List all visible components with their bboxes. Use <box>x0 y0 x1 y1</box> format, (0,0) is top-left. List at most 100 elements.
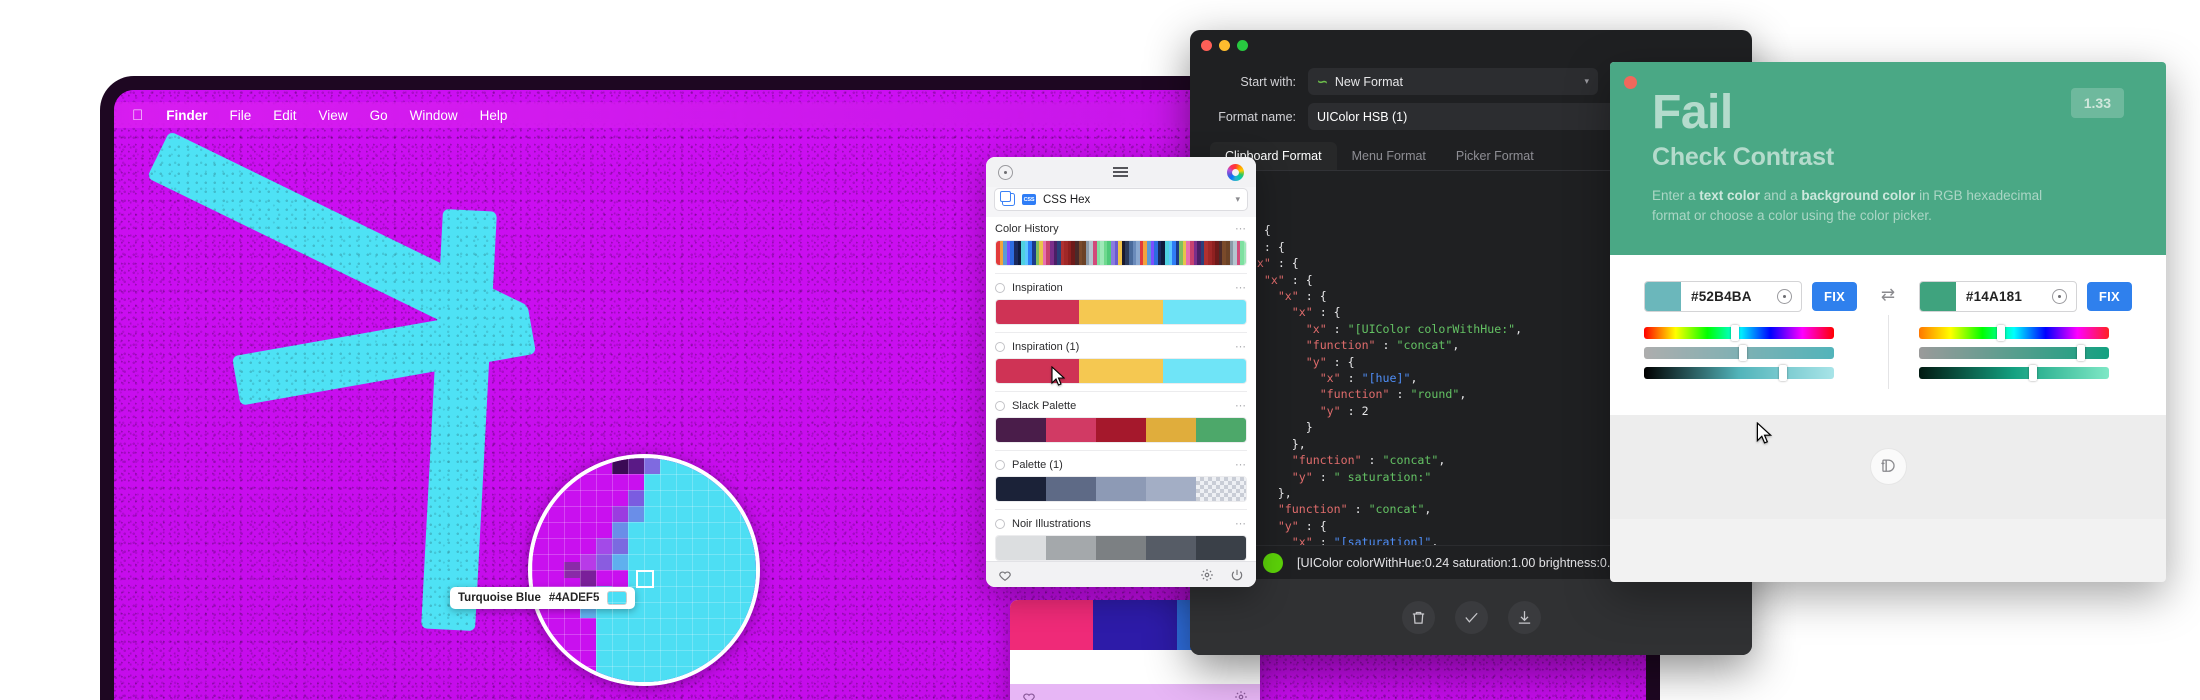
palette-radio[interactable] <box>995 401 1005 411</box>
more-options-icon[interactable]: ⋯ <box>1235 344 1247 350</box>
palette-strip[interactable] <box>995 299 1247 325</box>
palette-radio[interactable] <box>995 519 1005 529</box>
menubar-item-help[interactable]: Help <box>469 108 519 123</box>
palette-swatch[interactable] <box>1046 536 1096 560</box>
palette-swatch[interactable] <box>1196 536 1246 560</box>
menubar-item-file[interactable]: File <box>219 108 263 123</box>
palette-swatch[interactable] <box>1010 600 1093 650</box>
palette-swatch[interactable] <box>996 536 1046 560</box>
more-options-icon[interactable]: ⋯ <box>1235 521 1247 527</box>
hue-slider[interactable] <box>1644 327 1834 339</box>
background-color-fix-button[interactable]: FIX <box>2087 282 2132 311</box>
contrast-checker-window[interactable]: 1.33 Fail Check Contrast Enter a text co… <box>1610 62 2166 582</box>
minimize-button[interactable] <box>1219 40 1230 51</box>
palette-swatch[interactable] <box>996 477 1046 501</box>
palette-swatch[interactable] <box>1163 300 1246 324</box>
palette-swatch[interactable] <box>1146 477 1196 501</box>
swap-icon[interactable]: ⇄ <box>1881 285 1895 305</box>
copy-icon[interactable] <box>1002 193 1015 206</box>
palette-swatch[interactable] <box>1079 300 1162 324</box>
palette-swatch[interactable] <box>1079 359 1162 383</box>
more-options-icon[interactable]: ⋯ <box>1235 462 1247 468</box>
color-picker-icon[interactable] <box>998 165 1013 180</box>
palette-swatch[interactable] <box>996 418 1046 442</box>
background-color-field: #14A181 FIX <box>1919 281 2132 312</box>
menubar-item-finder[interactable]: Finder <box>155 108 218 123</box>
tab-menu-format[interactable]: Menu Format <box>1337 142 1441 170</box>
saturation-slider[interactable] <box>1919 347 2109 359</box>
color-picker-icon[interactable] <box>1777 289 1792 304</box>
format-dropdown[interactable]: CSS CSS Hex ▾ <box>994 188 1248 211</box>
heart-icon[interactable] <box>998 568 1012 582</box>
chevron-down-icon[interactable]: ▾ <box>1235 194 1240 205</box>
power-icon[interactable] <box>1230 568 1244 582</box>
palette-radio[interactable] <box>995 460 1005 470</box>
palette-strip[interactable] <box>995 358 1247 384</box>
color-picker-icon[interactable] <box>2052 289 2067 304</box>
saturation-slider-knob[interactable] <box>2077 345 2085 361</box>
more-options-icon[interactable]: ⋯ <box>1235 403 1247 409</box>
menubar-item-go[interactable]: Go <box>359 108 399 123</box>
menu-icon[interactable] <box>1113 167 1128 177</box>
add-palette-icon[interactable] <box>1870 448 1907 485</box>
saturation-slider-knob[interactable] <box>1739 345 1747 361</box>
brightness-slider-knob[interactable] <box>2029 365 2037 381</box>
palette-radio[interactable] <box>995 283 1005 293</box>
palette-swatch[interactable] <box>1196 477 1246 501</box>
heart-icon[interactable] <box>1022 690 1036 700</box>
palette-strip[interactable] <box>995 535 1247 561</box>
close-button[interactable] <box>1201 40 1212 51</box>
gear-icon[interactable] <box>1200 568 1214 582</box>
zoom-button[interactable] <box>1237 40 1248 51</box>
hue-slider-knob[interactable] <box>1731 325 1739 341</box>
text-color-swatch[interactable] <box>1645 282 1681 311</box>
color-history-strip[interactable] <box>995 240 1247 266</box>
background-color-swatch[interactable] <box>1920 282 1956 311</box>
palette-swatch[interactable] <box>1146 536 1196 560</box>
menubar-item-view[interactable]: View <box>308 108 359 123</box>
palette-swatch[interactable] <box>996 359 1079 383</box>
palette-swatch[interactable] <box>1244 241 1247 265</box>
hue-slider[interactable] <box>1919 327 2109 339</box>
close-icon[interactable] <box>1624 76 1637 89</box>
palette-swatch[interactable] <box>1146 418 1196 442</box>
more-options-icon[interactable]: ⋯ <box>1235 285 1247 291</box>
text-color-hex[interactable]: #52B4BA <box>1681 289 1777 304</box>
palette-swatch[interactable] <box>1096 477 1146 501</box>
apple-icon[interactable]:  <box>128 107 155 124</box>
text-color-fix-button[interactable]: FIX <box>1812 282 1857 311</box>
palette-swatch[interactable] <box>1096 418 1146 442</box>
saturation-slider[interactable] <box>1644 347 1834 359</box>
background-color-hex[interactable]: #14A181 <box>1956 289 2052 304</box>
trash-icon[interactable] <box>1402 601 1435 634</box>
palette-swatch[interactable] <box>1093 600 1176 650</box>
download-icon[interactable] <box>1508 601 1541 634</box>
tab-picker-format[interactable]: Picker Format <box>1441 142 1549 170</box>
palette-swatch[interactable] <box>1096 536 1146 560</box>
menubar-item-edit[interactable]: Edit <box>262 108 307 123</box>
brightness-slider-knob[interactable] <box>1779 365 1787 381</box>
palette-list[interactable]: Color History ⋯ Inspiration ⋯ Inspir <box>986 217 1256 561</box>
palette-strip[interactable] <box>995 417 1247 443</box>
check-icon[interactable] <box>1455 601 1488 634</box>
more-options-icon[interactable]: ⋯ <box>1235 226 1247 232</box>
palette-swatch[interactable] <box>1046 477 1096 501</box>
palette-window[interactable]: CSS CSS Hex ▾ Color History ⋯ Inspiratio… <box>986 157 1256 587</box>
hue-slider-knob[interactable] <box>1997 325 2005 341</box>
palette-swatch[interactable] <box>996 300 1079 324</box>
palette-radio[interactable] <box>995 342 1005 352</box>
contrast-ratio-badge: 1.33 <box>2071 88 2124 118</box>
palette-swatch[interactable] <box>1046 418 1096 442</box>
menubar-item-window[interactable]: Window <box>399 108 469 123</box>
gear-icon[interactable] <box>1234 690 1248 700</box>
palette-strip[interactable] <box>995 476 1247 502</box>
chevron-down-icon[interactable]: ▾ <box>1584 76 1589 87</box>
background-color-input[interactable]: #14A181 <box>1919 281 2077 312</box>
palette-swatch[interactable] <box>1163 359 1246 383</box>
brightness-slider[interactable] <box>1919 367 2109 379</box>
text-color-input[interactable]: #52B4BA <box>1644 281 1802 312</box>
start-with-select[interactable]: ∽ New Format ▾ <box>1308 68 1598 95</box>
color-wheel-icon[interactable] <box>1227 164 1244 181</box>
brightness-slider[interactable] <box>1644 367 1834 379</box>
palette-swatch[interactable] <box>1196 418 1246 442</box>
